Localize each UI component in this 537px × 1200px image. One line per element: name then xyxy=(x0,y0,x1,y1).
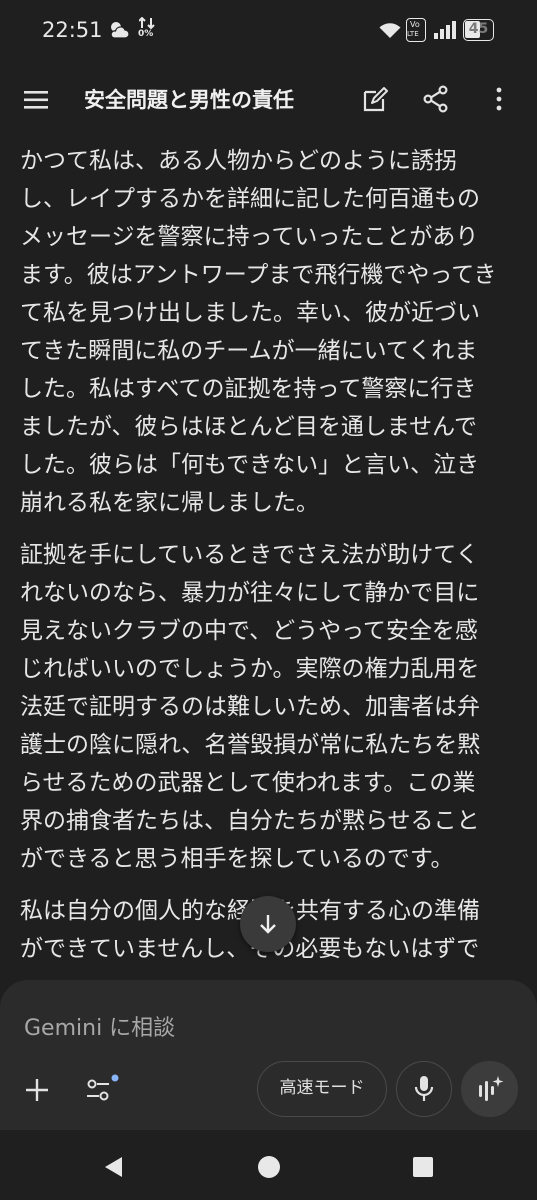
mic-button[interactable] xyxy=(396,1061,452,1117)
status-time: 22:51 xyxy=(42,18,103,42)
mode-label: 高速モード xyxy=(279,1078,365,1098)
edit-icon[interactable] xyxy=(361,84,391,114)
menu-icon[interactable] xyxy=(24,87,50,113)
conversation-title: 安全問題と男性の責任 xyxy=(84,88,294,112)
mic-icon xyxy=(414,1076,434,1101)
data-speed-indicator: 0% xyxy=(138,17,156,45)
nav-home-icon[interactable] xyxy=(257,1155,281,1179)
scroll-down-button[interactable] xyxy=(240,896,296,952)
plus-icon[interactable] xyxy=(24,1077,50,1103)
share-icon[interactable] xyxy=(421,84,451,114)
status-bar: 22:51 0% Vo LTE 45 xyxy=(0,0,537,62)
response-content: かつて私は、ある人物からどのように誘拐 し、レイプするかを詳細に記した何百通もの… xyxy=(20,142,525,982)
nav-recents-icon[interactable] xyxy=(412,1156,434,1178)
more-vert-icon[interactable] xyxy=(484,84,514,114)
nav-back-icon[interactable] xyxy=(102,1155,126,1179)
volte-badge: Vo LTE xyxy=(406,18,426,42)
prompt-input[interactable]: Gemini に相談 xyxy=(24,1010,175,1042)
notification-dot xyxy=(111,1074,119,1082)
system-nav-bar xyxy=(0,1130,537,1200)
battery-level-text: 45 xyxy=(468,21,489,37)
mode-selector-button[interactable]: 高速モード xyxy=(257,1061,387,1117)
arrow-down-icon xyxy=(260,915,276,934)
tune-icon[interactable] xyxy=(85,1074,121,1104)
wifi-icon xyxy=(379,23,401,38)
data-arrows-icon xyxy=(139,17,155,29)
response-paragraph: かつて私は、ある人物からどのように誘拐 し、レイプするかを詳細に記した何百通もの… xyxy=(20,148,497,516)
live-sparkle-icon xyxy=(479,1076,504,1101)
signal-icon xyxy=(434,21,456,39)
app-bar: 安全問題と男性の責任 xyxy=(0,62,537,138)
weather-cloudy-icon xyxy=(110,22,130,39)
battery-icon: 45 xyxy=(463,19,494,41)
live-button[interactable] xyxy=(461,1061,518,1117)
data-speed-text: 0% xyxy=(138,29,154,39)
volte-bottom-text: LTE xyxy=(407,30,419,38)
response-paragraph: 証拠を手にしているときでさえ法が助けてく れないのなら、暴力が往々にして静かで目… xyxy=(20,542,481,872)
prompt-composer: Gemini に相談 高速モード xyxy=(0,980,537,1130)
